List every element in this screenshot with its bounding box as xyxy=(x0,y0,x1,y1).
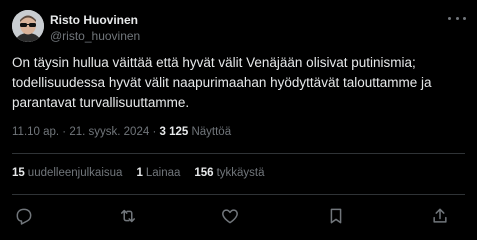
tweet-text: On täysin hullua väittää että hyvät väli… xyxy=(12,53,467,113)
engagement-stats: 15 uudelleenjulkaisua 1 Lainaa 156 tykkäyst… xyxy=(12,167,265,179)
views-label: Näyttöä xyxy=(188,126,232,138)
bookmark-button[interactable] xyxy=(326,206,346,226)
tweet-text-line: On täysin hullua väittää että hyvät väli… xyxy=(12,55,416,70)
views-count: 3 125 xyxy=(159,126,189,138)
bookmark-icon xyxy=(330,208,342,224)
retweets-count: 15 xyxy=(12,167,25,179)
likes-count: 156 xyxy=(194,167,214,179)
meta-separator: · xyxy=(149,126,160,138)
likes-stat[interactable]: 156 tykkäystä xyxy=(194,167,264,179)
like-button[interactable] xyxy=(220,206,240,226)
tweet-meta: 11.10 ap. · 21. syysk. 2024 · 3 125 Näyt… xyxy=(12,126,231,138)
meta-separator: · xyxy=(59,126,70,138)
quotes-count: 1 xyxy=(136,167,143,179)
heart-icon xyxy=(222,209,238,224)
quotes-label: Lainaa xyxy=(145,167,181,179)
retweet-button[interactable] xyxy=(118,206,138,226)
share-button[interactable] xyxy=(430,206,450,226)
tweet-card: Risto Huovinen @risto_huovinen On täysin… xyxy=(0,0,477,240)
more-icon[interactable] xyxy=(448,12,466,24)
retweet-icon xyxy=(121,209,135,223)
reply-icon xyxy=(16,208,32,225)
tweet-time[interactable]: 11.10 ap. xyxy=(12,126,59,138)
avatar-image xyxy=(12,10,44,42)
divider xyxy=(12,153,465,154)
tweet-date[interactable]: 21. syysk. 2024 xyxy=(69,126,149,138)
retweets-stat[interactable]: 15 uudelleenjulkaisua xyxy=(12,167,122,179)
tweet-text-line: parantavat turvallisuuttamme. xyxy=(12,95,190,110)
quotes-stat[interactable]: 1 Lainaa xyxy=(136,167,180,179)
likes-label: tykkäystä xyxy=(216,167,265,179)
share-icon xyxy=(433,208,447,223)
retweets-label: uudelleenjulkaisua xyxy=(27,167,123,179)
author-name[interactable]: Risto Huovinen xyxy=(50,13,138,27)
avatar[interactable] xyxy=(12,10,44,42)
tweet-text-line: todellisuudessa hyvät välit naapurimaaha… xyxy=(12,75,432,90)
reply-button[interactable] xyxy=(14,206,34,226)
divider xyxy=(12,194,465,195)
author-handle[interactable]: @risto_huovinen xyxy=(50,29,140,43)
